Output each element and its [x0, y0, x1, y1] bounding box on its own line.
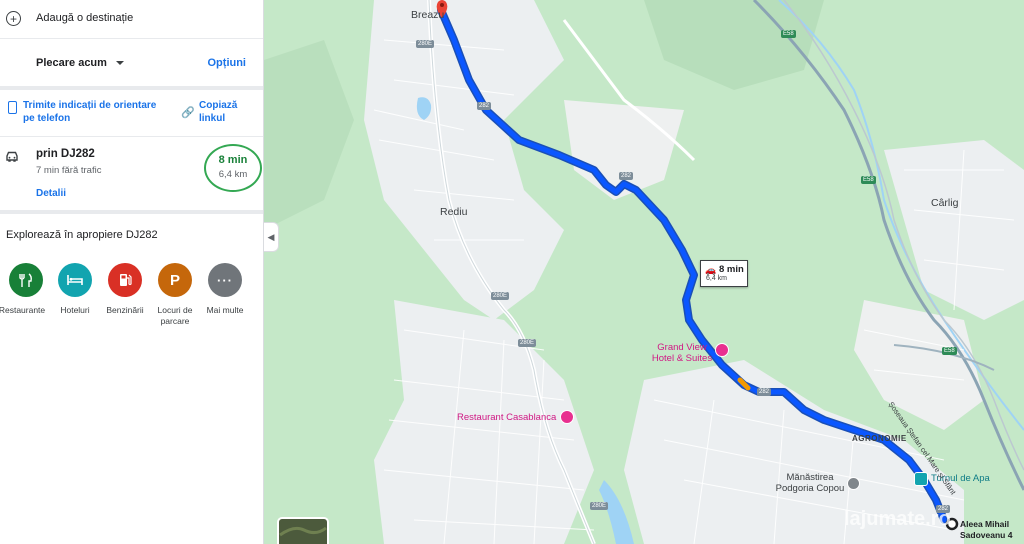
road-shield: 280E	[518, 339, 537, 347]
link-icon: 🔗	[181, 107, 195, 119]
road-shield: 280E	[590, 502, 609, 510]
hotel-pin-icon	[715, 343, 729, 357]
add-circle-icon: +	[6, 11, 21, 26]
map-background	[264, 0, 1024, 544]
watermark: lajumate.ro	[844, 508, 951, 530]
place-breazu: Breazu	[411, 9, 445, 21]
satellite-layer-button[interactable]	[278, 518, 328, 544]
road-shield: 280E	[416, 40, 435, 48]
route-distance: 6,4 km	[218, 169, 248, 180]
poi-casablanca-label: Restaurant Casablanca	[457, 412, 557, 423]
road-shield: E58	[861, 176, 876, 184]
route-time: 8 min	[218, 154, 248, 166]
callout-time: 8 min	[719, 264, 744, 275]
section-divider	[0, 210, 263, 214]
route-option[interactable]: prin DJ282 7 min fără trafic Detalii 8 m…	[0, 137, 263, 208]
route-details-link[interactable]: Detalii	[36, 188, 66, 199]
restaurant-icon	[9, 263, 43, 297]
road-shield: 280E	[491, 292, 510, 300]
church-pin-icon	[847, 477, 860, 490]
poi-grand-view-label: Grand View Hotel & Suites	[651, 342, 713, 364]
share-row: Trimite indicații de orientare pe telefo…	[0, 96, 263, 136]
add-destination-row[interactable]: + Adaugă o destinație	[0, 0, 263, 38]
poi-sadoveanu[interactable]: Aleea Mihail Sadoveanu 4	[960, 519, 1024, 541]
explore-title: Explorează în apropiere DJ282	[6, 229, 158, 241]
road-shield: 282	[477, 102, 492, 110]
send-to-phone-link[interactable]: Trimite indicații de orientare pe telefo…	[23, 99, 158, 125]
route-name: prin DJ282	[36, 148, 95, 160]
options-button[interactable]: Opțiuni	[208, 57, 247, 69]
explore-label: Hoteluri	[60, 305, 90, 315]
road-shield: 282	[619, 172, 634, 180]
poi-manastirea-label: Mănăstirea Podgoria Copou	[775, 472, 845, 494]
copy-link-button[interactable]: Copiază linkul	[199, 99, 244, 125]
parking-icon: P	[158, 263, 192, 297]
explore-label: Restaurante	[0, 305, 46, 315]
restaurant-pin-icon	[560, 410, 574, 424]
explore-label: Locuri de parcare	[157, 305, 193, 326]
add-destination-label: Adaugă o destinație	[36, 12, 134, 24]
hotel-icon	[58, 263, 92, 297]
road-shield: E58	[942, 347, 957, 355]
route-no-traffic: 7 min fără trafic	[36, 165, 102, 176]
section-divider	[0, 86, 263, 90]
route-callout[interactable]: 🚗 8 min 6,4 km	[700, 260, 748, 287]
callout-distance: 6,4 km	[706, 275, 728, 282]
departure-select[interactable]: Plecare acum	[36, 57, 124, 69]
route-time-badge: 8 min 6,4 km	[204, 144, 262, 192]
departure-row: Plecare acum Opțiuni	[0, 48, 263, 78]
car-icon	[6, 151, 18, 162]
directions-panel: + Adaugă o destinație Plecare acum Opțiu…	[0, 0, 264, 544]
gas-station-icon	[108, 263, 142, 297]
divider	[0, 38, 263, 39]
place-rediu: Rediu	[440, 206, 468, 218]
road-shield: E58	[781, 30, 796, 38]
place-carlig: Cârlig	[931, 197, 959, 209]
send-to-phone-icon	[8, 101, 17, 114]
dropdown-arrow-icon	[116, 61, 124, 66]
landmark-pin-icon	[914, 472, 928, 486]
explore-label: Mai multe	[206, 305, 244, 315]
collapse-panel-button[interactable]: ◀	[264, 222, 279, 252]
more-icon: ···	[208, 263, 242, 297]
map-canvas[interactable]: Breazu Rediu Cârlig AGRONOMIE 280E 282 2…	[264, 0, 1024, 544]
explore-label: Benzinării	[106, 305, 144, 315]
road-shield: 282	[757, 388, 772, 396]
departure-label: Plecare acum	[36, 57, 107, 69]
place-agronomie: AGRONOMIE	[852, 434, 907, 443]
chevron-left-icon: ◀	[267, 231, 275, 242]
